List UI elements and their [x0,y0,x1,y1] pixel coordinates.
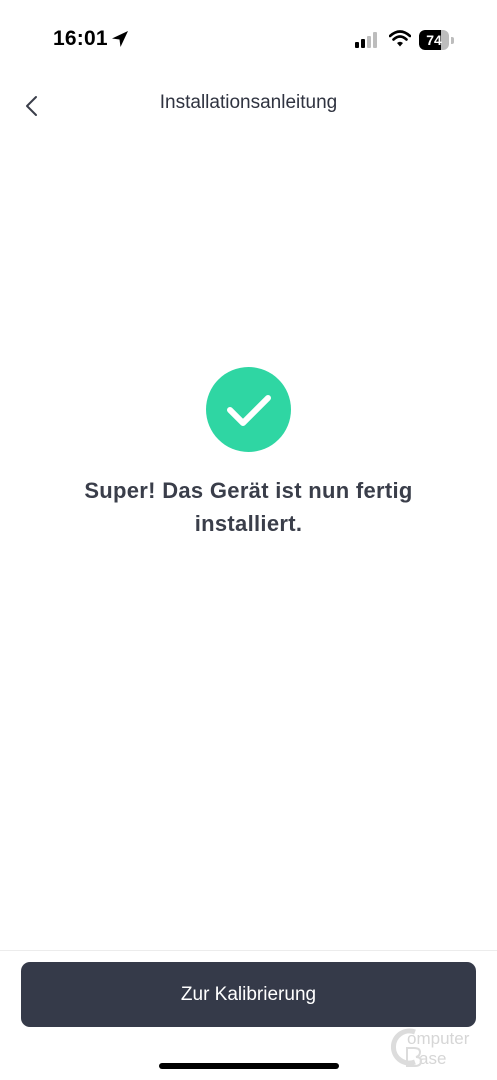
page-title: Installationsanleitung [159,92,338,113]
home-indicator[interactable] [159,1063,339,1069]
checkmark-icon [227,395,271,426]
status-time: 16:01 [53,27,108,50]
svg-text:ase: ase [419,1049,446,1068]
cellular-signal-icon [355,32,381,48]
battery-icon: 74 [419,30,455,50]
svg-text:omputer: omputer [407,1029,470,1048]
success-badge [206,367,291,452]
calibration-button[interactable]: Zur Kalibrierung [21,962,476,1027]
watermark-logo: omputer ase [385,1024,489,1070]
location-arrow-icon [110,29,130,49]
footer-divider [0,950,497,951]
battery-level: 74 [426,32,442,48]
status-bar: 16:01 74 [0,0,497,80]
success-message: Super! Das Gerät ist nun fertig installi… [84,478,413,536]
wifi-icon [388,30,412,48]
